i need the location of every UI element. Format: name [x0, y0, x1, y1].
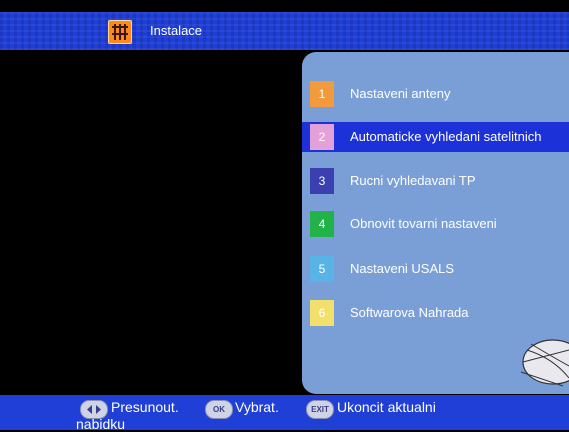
menu-number-badge: 6	[310, 300, 334, 326]
menu-item-label: Softwarova Nahrada	[350, 305, 469, 320]
footer-help-bar: Presunout. OK Vybrat. EXIT Ukoncit aktua…	[0, 395, 569, 432]
menu-item-auto-satellite-scan[interactable]: 2 Automaticke vyhledani satelitnich	[302, 122, 569, 152]
menu-number-badge: 3	[310, 168, 334, 194]
menu-item-label: Obnovit tovarni nastaveni	[350, 216, 497, 231]
menu-number-badge: 5	[310, 256, 334, 282]
exit-icon-text: EXIT	[311, 405, 329, 414]
menu-item-manual-tp-scan[interactable]: 3 Rucni vyhledavani TP	[302, 166, 569, 196]
menu-item-factory-reset[interactable]: 4 Obnovit tovarni nastaveni	[302, 209, 569, 239]
header-bar: Instalace	[0, 12, 569, 50]
menu-number-badge: 1	[310, 81, 334, 107]
exit-button-icon: EXIT	[306, 400, 334, 419]
menu-item-label: Automaticke vyhledani satelitnich	[350, 129, 542, 144]
menu-item-usals-setup[interactable]: 5 Nastaveni USALS	[302, 254, 569, 284]
select-hint-label: Vybrat.	[235, 399, 279, 415]
satellite-dish-icon	[520, 339, 569, 387]
menu-item-label: Rucni vyhledavani TP	[350, 173, 476, 188]
menu-item-label: Nastaveni anteny	[350, 86, 451, 101]
ok-button-icon: OK	[205, 400, 233, 419]
menu-item-software-upgrade[interactable]: 6 Softwarova Nahrada	[302, 298, 569, 328]
menu-number-badge: 2	[310, 124, 334, 150]
installation-icon	[108, 20, 132, 44]
menu-item-label: Nastaveni USALS	[350, 261, 455, 276]
ok-icon-text: OK	[213, 405, 225, 414]
menu-number-badge: 4	[310, 211, 334, 237]
page-title: Instalace	[150, 23, 203, 38]
exit-hint-label: Ukoncit aktualni	[337, 399, 436, 415]
move-hint-label: Presunout.	[111, 399, 179, 415]
menu-item-antenna-setup[interactable]: 1 Nastaveni anteny	[302, 79, 569, 109]
